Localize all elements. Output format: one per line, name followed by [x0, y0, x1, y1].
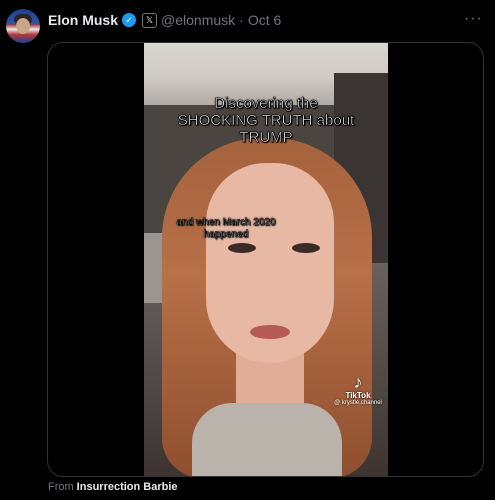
attribution-prefix: From	[48, 481, 74, 493]
video-caption-sub: and when March 2020 happened	[176, 217, 276, 241]
avatar-face	[16, 18, 30, 34]
video-player[interactable]: Discovering the SHOCKING TRUTH about TRU…	[47, 42, 484, 477]
person-eye-right	[292, 243, 320, 253]
tiktok-handle: @ krystle.channel	[334, 400, 382, 406]
person-eye-left	[228, 243, 256, 253]
tiktok-watermark: ♪ TikTok @ krystle.channel	[328, 373, 388, 406]
author-handle[interactable]: @elonmusk	[161, 12, 235, 28]
author-avatar[interactable]	[6, 9, 40, 43]
video-caption-main: Discovering the SHOCKING TRUTH about TRU…	[177, 95, 355, 147]
post-date[interactable]: Oct 6	[248, 12, 281, 28]
x-logo-icon: 𝕏	[142, 12, 158, 28]
video-frame[interactable]: Discovering the SHOCKING TRUTH about TRU…	[144, 43, 388, 476]
more-horizontal-icon[interactable]: ···	[464, 10, 483, 28]
verified-checkmark-icon: ✓	[122, 13, 137, 27]
tiktok-label: TikTok	[345, 391, 371, 400]
tiktok-logo-icon: ♪	[353, 372, 363, 392]
person-shirt	[192, 403, 342, 476]
author-name[interactable]: Elon Musk	[48, 12, 118, 28]
separator-dot: ·	[239, 12, 244, 28]
attribution-source-link[interactable]: Insurrection Barbie	[77, 481, 178, 493]
post-header: Elon Musk ✓ 𝕏 @elonmusk · Oct 6	[48, 10, 281, 30]
attribution: From Insurrection Barbie	[48, 481, 178, 493]
person-mouth	[250, 325, 290, 339]
